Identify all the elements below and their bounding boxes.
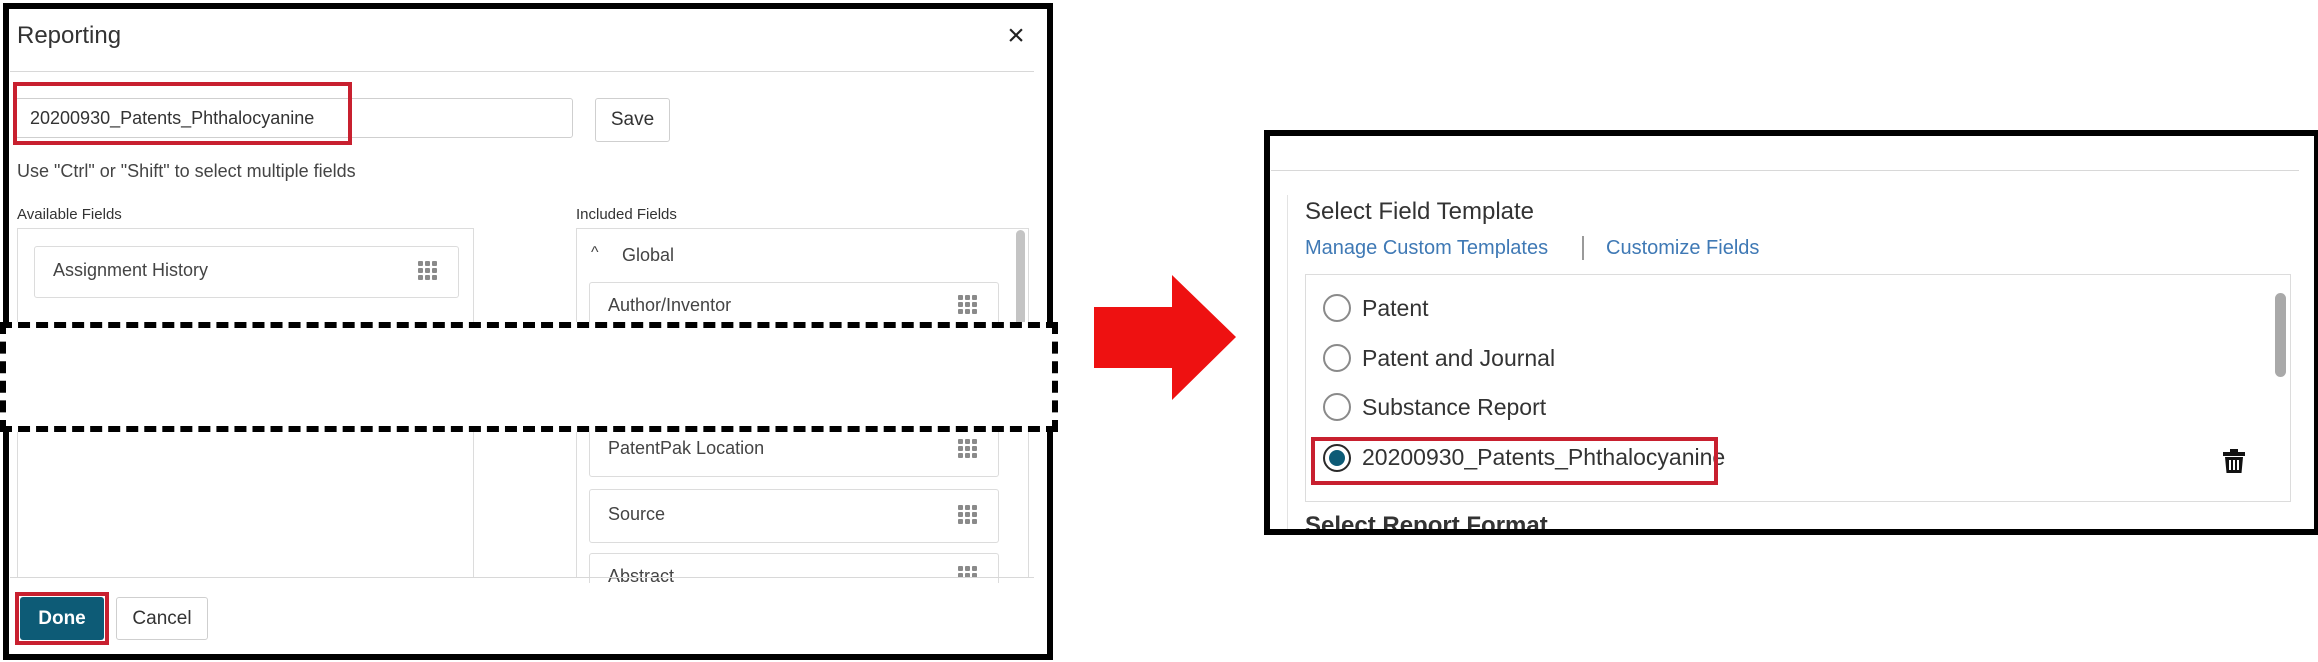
field-item-label: PatentPak Location	[608, 438, 765, 458]
manage-custom-templates-link[interactable]: Manage Custom Templates	[1305, 237, 1548, 260]
drag-handle-icon[interactable]	[418, 261, 438, 281]
template-label-patent-and-journal[interactable]: Patent and Journal	[1362, 345, 1555, 372]
chevron-up-icon[interactable]: ^	[591, 244, 599, 262]
cancel-button[interactable]: Cancel	[116, 597, 208, 640]
trash-icon[interactable]	[2223, 449, 2245, 473]
dialog-title: Reporting	[17, 22, 122, 49]
done-button-highlight	[15, 592, 109, 645]
drag-handle-icon[interactable]	[958, 505, 978, 525]
field-item-label: Assignment History	[53, 260, 209, 280]
drag-handle-icon[interactable]	[958, 439, 978, 459]
section-rule	[1287, 195, 1288, 535]
included-fields-label: Included Fields	[576, 206, 677, 223]
field-item-label: Author/Inventor	[608, 295, 732, 315]
close-icon[interactable]: ×	[1000, 20, 1032, 52]
save-button[interactable]: Save	[595, 98, 670, 142]
drag-handle-icon[interactable]	[958, 295, 978, 315]
link-separator	[1582, 236, 1584, 260]
template-name-highlight	[13, 82, 352, 145]
field-item-label: Abstract	[608, 566, 675, 583]
header-divider	[10, 71, 1034, 72]
radio-patent[interactable]	[1323, 294, 1351, 322]
customize-fields-link[interactable]: Customize Fields	[1606, 237, 1759, 260]
available-fields-label: Available Fields	[17, 206, 122, 223]
elision-band	[0, 322, 1058, 432]
template-label-patent[interactable]: Patent	[1362, 295, 1429, 322]
panel-outside-mask	[1264, 535, 2318, 662]
select-field-template-title: Select Field Template	[1305, 198, 1535, 225]
radio-patent-and-journal[interactable]	[1323, 344, 1351, 372]
multi-select-hint: Use "Ctrl" or "Shift" to select multiple…	[17, 161, 356, 181]
right-arrow-icon	[1094, 275, 1236, 400]
field-item-source[interactable]: Source	[589, 489, 999, 543]
included-fields-scrollbar[interactable]	[1016, 230, 1025, 330]
template-list-scrollbar[interactable]	[2275, 293, 2286, 377]
panel-divider	[1271, 170, 2299, 171]
radio-substance-report[interactable]	[1323, 393, 1351, 421]
field-item-assignment-history[interactable]: Assignment History	[34, 246, 459, 298]
drag-handle-icon[interactable]	[958, 566, 978, 583]
field-item-label: Source	[608, 504, 666, 524]
footer-divider	[10, 577, 1034, 578]
custom-template-highlight	[1311, 437, 1718, 485]
template-label-substance-report[interactable]: Substance Report	[1362, 394, 1546, 421]
group-header-global[interactable]: Global	[622, 245, 674, 266]
field-item-abstract[interactable]: Abstract	[589, 553, 999, 583]
